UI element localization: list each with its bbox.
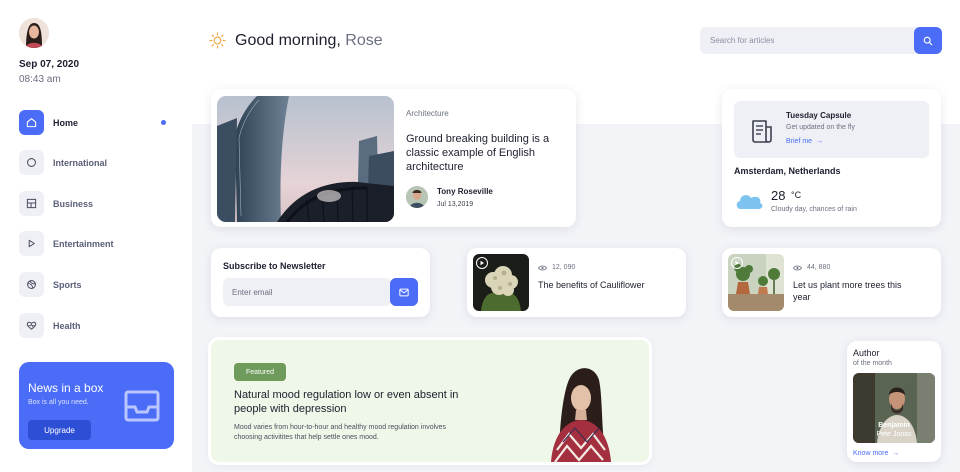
author-of-month-card: Author of the month Benjamin Pete Jonas … bbox=[847, 341, 941, 462]
video-title: The benefits of Cauliflower bbox=[538, 280, 645, 290]
sidebar-item-international[interactable]: International bbox=[19, 150, 179, 175]
eye-icon bbox=[538, 265, 547, 270]
mail-icon bbox=[399, 288, 409, 296]
brief-me-label: Brief me bbox=[786, 138, 813, 145]
sidebar-item-label: Entertainment bbox=[53, 238, 114, 249]
play-icon[interactable] bbox=[731, 257, 743, 269]
capsule-title: Tuesday Capsule bbox=[786, 111, 852, 120]
sidebar-item-entertainment[interactable]: Entertainment bbox=[19, 231, 179, 256]
search-icon bbox=[923, 36, 933, 45]
woman-image bbox=[541, 358, 621, 462]
sidebar-item-health[interactable]: Health bbox=[19, 313, 179, 338]
greeting: Good morning, Rose bbox=[235, 32, 383, 50]
article-category: Architecture bbox=[406, 109, 449, 118]
sidebar-item-sports[interactable]: Sports bbox=[19, 272, 179, 297]
know-more-label: Know more bbox=[853, 450, 889, 457]
video-title: Let us plant more trees this year bbox=[793, 280, 902, 302]
search-input[interactable]: Search for articles bbox=[700, 27, 942, 54]
sidebar-item-label: International bbox=[53, 157, 108, 168]
brief-me-link[interactable]: Brief me → bbox=[786, 138, 823, 145]
arrow-right-icon: → bbox=[890, 450, 900, 457]
arrow-right-icon: → bbox=[814, 138, 823, 145]
sidebar: Sep 07, 2020 08:43 am Home International… bbox=[0, 0, 192, 472]
author-name[interactable]: Tony Roseville bbox=[437, 187, 493, 196]
author-avatar bbox=[406, 186, 428, 208]
home-icon bbox=[19, 110, 44, 135]
weather-description: Cloudy day, chances of rain bbox=[771, 206, 857, 213]
user-name: Rose bbox=[345, 32, 383, 49]
email-placeholder: Enter email bbox=[232, 288, 273, 297]
current-time: 08:43 am bbox=[19, 74, 61, 85]
heart-icon bbox=[19, 313, 44, 338]
newsletter-card: Subscribe to Newsletter Enter email bbox=[211, 248, 430, 317]
active-indicator bbox=[161, 120, 166, 125]
banner-description: Mood varies from hour-to-hour and health… bbox=[234, 424, 447, 441]
video-card-cauliflower[interactable]: 12, 090 The benefits of Cauliflower bbox=[467, 248, 686, 317]
sidebar-item-label: Sports bbox=[53, 279, 82, 290]
featured-badge: Featured bbox=[234, 363, 286, 381]
greeting-text: Good morning, bbox=[235, 32, 341, 49]
eye-icon bbox=[793, 265, 802, 270]
promo-card: News in a box Box is all you need. Upgra… bbox=[19, 362, 174, 449]
author-of-month-name: Benjamin Pete Jonas bbox=[853, 421, 935, 439]
author-photo[interactable]: Benjamin Pete Jonas bbox=[853, 373, 935, 443]
capsule-subtitle: Get updated on the fly bbox=[786, 124, 855, 131]
user-avatar[interactable] bbox=[19, 18, 49, 48]
sidebar-item-label: Business bbox=[53, 198, 94, 209]
circle-icon bbox=[19, 150, 44, 175]
sidebar-item-home[interactable]: Home bbox=[19, 110, 179, 135]
author-of-month-title: Author bbox=[853, 348, 880, 358]
article-title[interactable]: Ground breaking building is a classic ex… bbox=[406, 132, 556, 174]
view-count-value: 44, 880 bbox=[807, 264, 831, 271]
know-more-link[interactable]: Know more → bbox=[853, 450, 899, 457]
temperature-unit: °C bbox=[791, 190, 802, 200]
sidebar-item-label: Health bbox=[53, 320, 81, 331]
capsule-weather-card: Tuesday Capsule Get updated on the fly B… bbox=[722, 89, 941, 227]
grid-icon bbox=[19, 191, 44, 216]
ball-icon bbox=[19, 272, 44, 297]
video-card-plants[interactable]: 44, 880 Let us plant more trees this yea… bbox=[722, 248, 941, 317]
cloud-icon bbox=[736, 195, 763, 209]
cauliflower-image bbox=[473, 254, 529, 311]
upgrade-button[interactable]: Upgrade bbox=[28, 420, 91, 440]
newspaper-icon bbox=[752, 120, 772, 143]
newsletter-title: Subscribe to Newsletter bbox=[223, 261, 326, 271]
article-date: Jul 13,2019 bbox=[437, 201, 474, 208]
current-date: Sep 07, 2020 bbox=[19, 59, 80, 70]
sun-icon bbox=[209, 32, 226, 49]
author-last-name: Pete Jonas bbox=[876, 431, 912, 438]
email-field[interactable]: Enter email bbox=[223, 278, 391, 306]
view-count: 44, 880 bbox=[793, 264, 830, 271]
subscribe-button[interactable] bbox=[390, 278, 418, 306]
plants-image bbox=[728, 254, 784, 311]
play-icon bbox=[19, 231, 44, 256]
capsule-box[interactable]: Tuesday Capsule Get updated on the fly B… bbox=[734, 101, 929, 158]
feature-article-card[interactable]: Architecture Ground breaking building is… bbox=[211, 89, 576, 227]
view-count: 12, 090 bbox=[538, 264, 575, 271]
author-of-month-subtitle: of the month bbox=[853, 360, 892, 367]
banner-title: Natural mood regulation low or even abse… bbox=[234, 389, 459, 415]
play-icon[interactable] bbox=[476, 257, 488, 269]
sidebar-item-label: Home bbox=[53, 117, 79, 128]
sidebar-item-business[interactable]: Business bbox=[19, 191, 179, 216]
weather-city: Amsterdam, Netherlands bbox=[734, 166, 841, 176]
search-button[interactable] bbox=[914, 27, 942, 54]
building-image bbox=[217, 96, 394, 222]
promo-subtitle: Box is all you need. bbox=[28, 399, 89, 406]
featured-banner[interactable]: Featured Natural mood regulation low or … bbox=[211, 340, 649, 462]
author-first-name: Benjamin bbox=[878, 422, 910, 429]
inbox-icon bbox=[124, 390, 160, 422]
view-count-value: 12, 090 bbox=[552, 264, 576, 271]
promo-title: News in a box bbox=[28, 381, 104, 395]
search-placeholder: Search for articles bbox=[710, 36, 775, 45]
temperature-value: 28 bbox=[771, 188, 786, 203]
